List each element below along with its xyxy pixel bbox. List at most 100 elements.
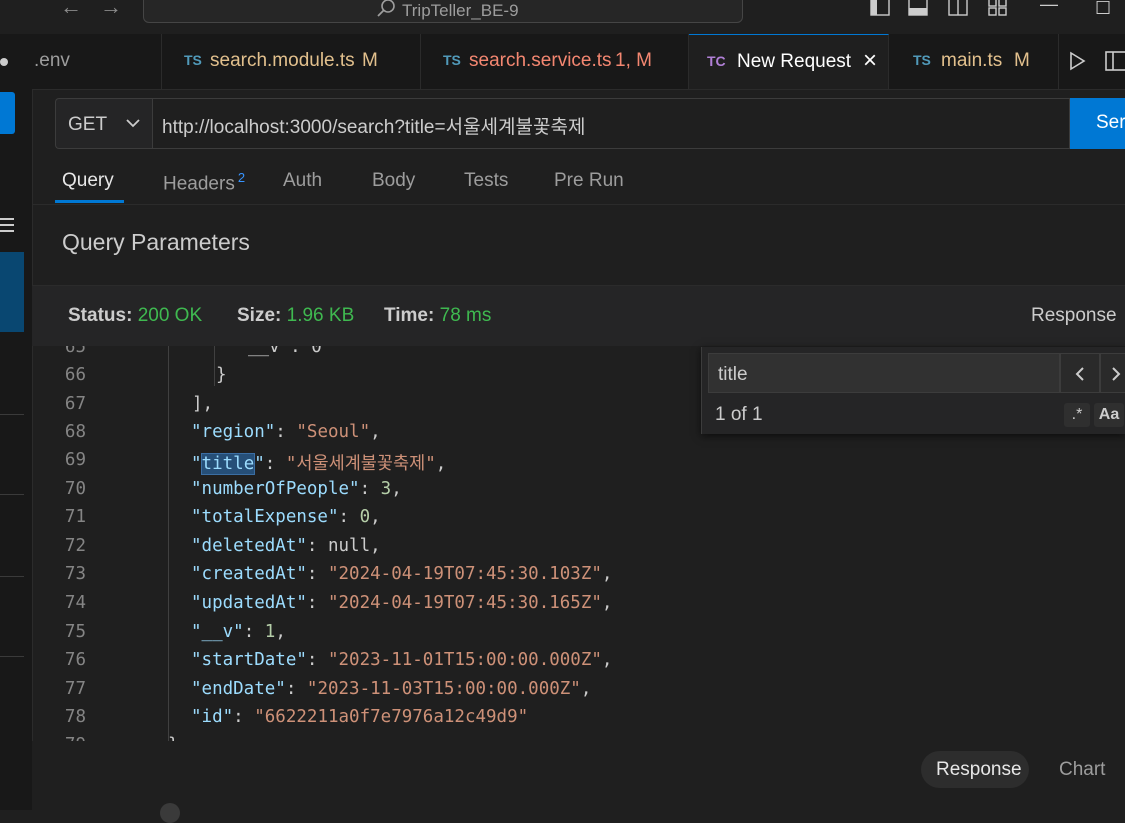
activity-bar [0, 34, 33, 810]
modified-badge: M [362, 50, 378, 71]
tab-label: main.ts [941, 50, 1003, 71]
line-number: 73 [64, 564, 86, 584]
method-select[interactable]: GET [55, 98, 153, 149]
url-value: http://localhost:3000/search?title=서울세계불… [162, 117, 586, 138]
tab-auth[interactable]: Auth [283, 170, 322, 192]
tab-body[interactable]: Body [372, 170, 415, 192]
line-number: 65 [64, 346, 86, 357]
tab-query[interactable]: Query [62, 170, 114, 192]
send-button[interactable]: Ser [1070, 98, 1125, 149]
status-label: Status: [68, 305, 133, 326]
line-number: 67 [64, 394, 86, 414]
find-query: title [718, 364, 748, 385]
back-arrow-icon[interactable]: ← [60, 0, 82, 20]
tab-search-module[interactable]: TS search.module.ts M [162, 34, 421, 89]
divider [32, 204, 1125, 205]
code-text: "startDate": "2023-11-01T15:00:00.000Z", [191, 650, 613, 670]
scroll-indicator [160, 803, 180, 823]
expand-button[interactable] [0, 92, 15, 134]
minimize-window-icon[interactable]: — [1040, 0, 1058, 15]
code-text: "deletedAt": null, [191, 536, 381, 556]
tab-headers[interactable]: Headers 2 [163, 170, 245, 195]
code-text: "createdAt": "2024-04-19T07:45:30.103Z", [191, 564, 613, 584]
tab-search-service[interactable]: TS search.service.ts 1, M [421, 34, 689, 89]
json-value: 1 [264, 622, 276, 642]
code-text: "totalExpense": 0, [191, 507, 381, 527]
search-icon [377, 0, 395, 17]
code-text: "updatedAt": "2024-04-19T07:45:30.165Z", [191, 593, 613, 613]
code-line: 74 "updatedAt": "2024-04-19T07:45:30.165… [32, 593, 1125, 621]
json-value: "2023-11-03T15:00:00.000Z" [306, 679, 581, 699]
typescript-icon: TS [443, 52, 461, 68]
time-value: 78 ms [439, 305, 492, 326]
json-key: "deletedAt" [191, 536, 307, 556]
code-line: 78 "id": "6622211a0f7e7976a12c49d9" [32, 707, 1125, 735]
tab-env[interactable]: .env [32, 34, 162, 89]
response-view-label: Response [936, 759, 1022, 780]
command-center-search[interactable]: TripTeller_BE-9 [143, 0, 743, 23]
response-header-label: Response [1031, 305, 1117, 326]
code-text: "title": "서울세계불꽃축제", [191, 453, 447, 475]
divider [0, 576, 24, 577]
json-value: "서울세계불꽃축제" [285, 454, 436, 474]
json-key: "numberOfPeople" [191, 479, 360, 499]
json-key: "region" [191, 422, 276, 442]
chart-view-button[interactable]: Chart [1059, 759, 1105, 781]
previous-match-button[interactable] [1060, 353, 1100, 393]
headers-count-badge: 2 [237, 170, 246, 185]
line-number: 76 [64, 650, 86, 670]
maximize-window-icon[interactable]: ☐ [1095, 0, 1111, 19]
line-number: 71 [64, 507, 86, 527]
tab-pre-run[interactable]: Pre Run [554, 170, 624, 192]
find-input[interactable]: title [708, 353, 1060, 393]
divider [0, 656, 24, 657]
dot-indicator [0, 58, 8, 66]
selected-item[interactable] [0, 252, 24, 332]
toggle-primary-sidebar-icon[interactable] [870, 0, 890, 16]
find-widget: title 1 of 1 .* Aa [701, 347, 1125, 434]
response-view-button[interactable]: Response [921, 751, 1029, 788]
json-key: "startDate" [191, 650, 307, 670]
code-text: "id": "6622211a0f7e7976a12c49d9" [191, 707, 529, 727]
close-icon[interactable]: × [863, 47, 877, 75]
split-editor-icon[interactable] [1105, 51, 1125, 71]
line-number: 66 [64, 365, 86, 385]
run-icon[interactable] [1068, 51, 1086, 71]
tab-tests[interactable]: Tests [464, 170, 508, 192]
next-match-button[interactable] [1100, 353, 1125, 393]
match-case-toggle[interactable]: Aa [1094, 403, 1124, 427]
time-label: Time: [384, 305, 435, 326]
tab-new-request[interactable]: TC New Request × [689, 34, 889, 89]
tab-label: search.service.ts [469, 50, 612, 71]
code-line: 77 "endDate": "2023-11-03T15:00:00.000Z"… [32, 679, 1125, 707]
json-key-quote: " [191, 454, 202, 474]
toggle-secondary-sidebar-icon[interactable] [948, 0, 968, 16]
forward-arrow-icon[interactable]: → [100, 0, 122, 20]
json-value: "6622211a0f7e7976a12c49d9" [254, 707, 529, 727]
typescript-icon: TS [913, 52, 931, 68]
regex-toggle[interactable]: .* [1064, 403, 1090, 427]
search-match-highlight: title [200, 453, 256, 475]
title-bar: ← → TripTeller_BE-9 — ☐ [0, 0, 1125, 30]
json-value: "Seoul" [296, 422, 371, 442]
toggle-panel-icon[interactable] [908, 0, 928, 16]
line-number: 72 [64, 536, 86, 556]
list-icon[interactable] [0, 217, 14, 233]
tab-label: New Request [737, 51, 852, 72]
json-value: 3 [380, 479, 392, 499]
tab-main[interactable]: TS main.ts M [889, 34, 1059, 89]
customize-layout-icon[interactable] [988, 0, 1008, 16]
size-value: 1.96 KB [286, 305, 355, 326]
line-number: 70 [64, 479, 86, 499]
code-line: 75 "__v": 1, [32, 622, 1125, 650]
json-key: "createdAt" [191, 564, 307, 584]
code-line: 73 "createdAt": "2024-04-19T07:45:30.103… [32, 564, 1125, 592]
code-text: "__v": 1, [191, 622, 286, 642]
chevron-left-icon [1075, 367, 1084, 381]
json-key: "endDate" [191, 679, 286, 699]
code-text: "numberOfPeople": 3, [191, 479, 402, 499]
query-parameters-heading: Query Parameters [62, 229, 250, 255]
code-line: 70 "numberOfPeople": 3, [32, 479, 1125, 507]
line-number: 78 [64, 707, 86, 727]
url-input[interactable]: http://localhost:3000/search?title=서울세계불… [152, 98, 1070, 149]
